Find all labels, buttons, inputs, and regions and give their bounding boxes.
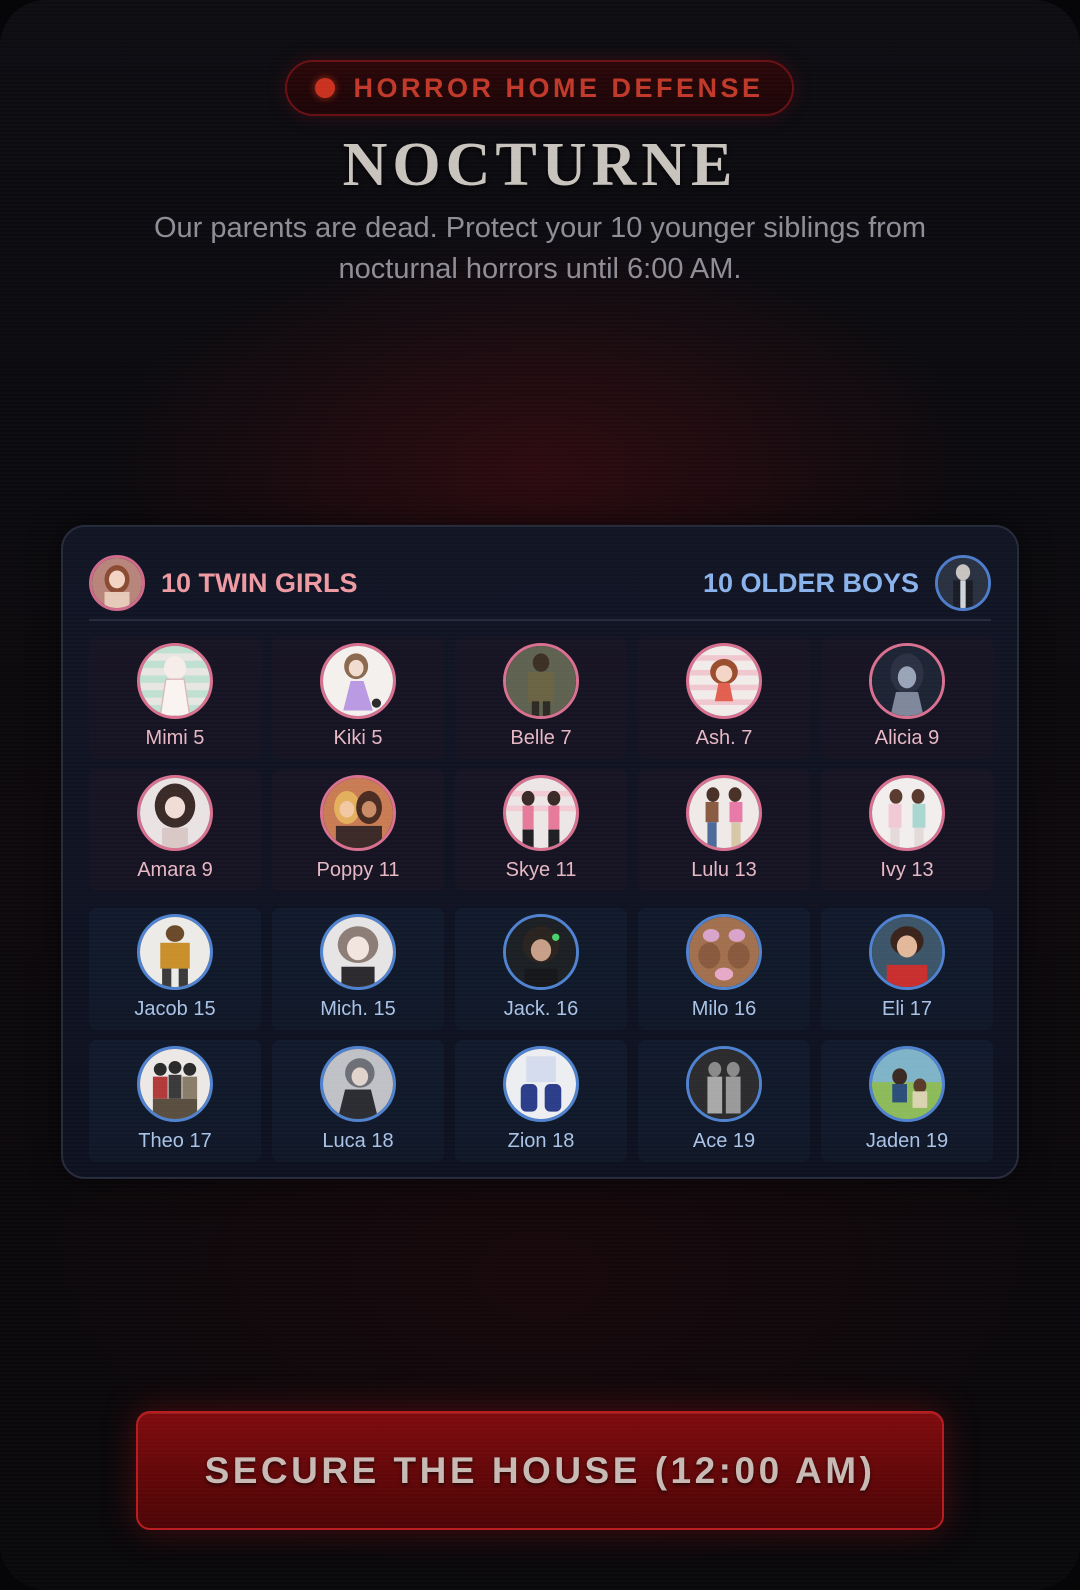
sibling-avatar	[869, 775, 945, 851]
sibling-avatar	[869, 1046, 945, 1122]
sibling-avatar	[869, 643, 945, 719]
sibling-card[interactable]: Eli 17	[821, 908, 993, 1030]
sibling-card[interactable]: Ash. 7	[638, 637, 810, 759]
sibling-card[interactable]: Poppy 11	[272, 769, 444, 891]
sibling-name: Milo 16	[691, 998, 757, 1020]
sibling-name: Jacob 15	[134, 998, 216, 1020]
sibling-card[interactable]: Jacob 15	[89, 908, 261, 1030]
sibling-name: Jaden 19	[865, 1130, 949, 1152]
sibling-card[interactable]: Theo 17	[89, 1040, 261, 1162]
sibling-card[interactable]: Mimi 5	[89, 637, 261, 759]
sibling-avatar	[320, 643, 396, 719]
sibling-card[interactable]: Alicia 9	[821, 637, 993, 759]
game-title: NOCTURNE	[342, 131, 738, 199]
sibling-card[interactable]: Milo 16	[638, 908, 810, 1030]
sibling-avatar	[686, 643, 762, 719]
girls-heading: 10 TWIN GIRLS	[161, 567, 358, 598]
sibling-name: Ivy 13	[880, 859, 934, 881]
sibling-name: Skye 11	[505, 859, 577, 881]
sibling-avatar	[686, 1046, 762, 1122]
sibling-name: Mimi 5	[145, 727, 205, 749]
status-dot-icon	[315, 78, 336, 98]
sibling-avatar	[137, 1046, 213, 1122]
sibling-card[interactable]: Kiki 5	[272, 637, 444, 759]
sibling-card[interactable]: Skye 11	[455, 769, 627, 891]
sibling-roster-panel: 10 TWIN GIRLS 10 OLDER BOYS Mimi 5 Kiki …	[61, 525, 1019, 1179]
sibling-card[interactable]: Mich. 15	[272, 908, 444, 1030]
sibling-avatar	[137, 775, 213, 851]
sibling-avatar	[320, 775, 396, 851]
genre-badge-label: HORROR HOME DEFENSE	[353, 72, 764, 103]
sibling-grid: Mimi 5 Kiki 5 Belle 7 Ash. 7 Alicia 9 Am…	[89, 637, 995, 1162]
girls-header: 10 TWIN GIRLS	[89, 555, 358, 611]
sibling-card[interactable]: Jack. 16	[455, 908, 627, 1030]
sibling-name: Luca 18	[322, 1130, 394, 1152]
sibling-name: Amara 9	[137, 859, 213, 881]
sibling-card[interactable]: Zion 18	[455, 1040, 627, 1162]
sibling-avatar	[686, 775, 762, 851]
sibling-name: Alicia 9	[874, 727, 940, 749]
app-screen: HORROR HOME DEFENSE NOCTURNE Our parents…	[0, 0, 1080, 1590]
sibling-card[interactable]: Luca 18	[272, 1040, 444, 1162]
sibling-card[interactable]: Amara 9	[89, 769, 261, 891]
sibling-card[interactable]: Ace 19	[638, 1040, 810, 1162]
sibling-avatar	[320, 1046, 396, 1122]
secure-house-button[interactable]: SECURE THE HOUSE (12:00 AM)	[136, 1411, 944, 1530]
sibling-card[interactable]: Ivy 13	[821, 769, 993, 891]
sibling-card[interactable]: Jaden 19	[821, 1040, 993, 1162]
game-subtitle: Our parents are dead. Protect your 10 yo…	[153, 212, 927, 285]
sibling-avatar	[503, 1046, 579, 1122]
sibling-name: Jack. 16	[503, 998, 579, 1020]
secure-house-button-label: SECURE THE HOUSE (12:00 AM)	[204, 1449, 876, 1491]
sibling-avatar	[503, 775, 579, 851]
sibling-avatar	[686, 914, 762, 990]
girls-group-avatar	[89, 555, 145, 611]
sibling-name: Ash. 7	[695, 727, 753, 749]
genre-badge: HORROR HOME DEFENSE	[285, 60, 794, 116]
sibling-name: Mich. 15	[320, 998, 396, 1020]
sibling-avatar	[503, 643, 579, 719]
sibling-avatar	[137, 643, 213, 719]
boys-group-avatar	[935, 555, 991, 611]
sibling-name: Kiki 5	[333, 727, 383, 749]
sibling-name: Lulu 13	[691, 859, 757, 881]
boys-header: 10 OLDER BOYS	[703, 555, 991, 611]
sibling-name: Belle 7	[510, 727, 572, 749]
sibling-name: Theo 17	[138, 1130, 212, 1152]
roster-header: 10 TWIN GIRLS 10 OLDER BOYS	[89, 553, 991, 621]
boys-heading: 10 OLDER BOYS	[702, 567, 919, 598]
sibling-name: Eli 17	[881, 998, 933, 1020]
sibling-avatar	[503, 914, 579, 990]
sibling-card[interactable]: Lulu 13	[638, 769, 810, 891]
sibling-avatar	[137, 914, 213, 990]
sibling-avatar	[320, 914, 396, 990]
sibling-avatar	[869, 914, 945, 990]
sibling-name: Poppy 11	[316, 859, 400, 881]
sibling-card[interactable]: Belle 7	[455, 637, 627, 759]
sibling-name: Zion 18	[507, 1130, 575, 1152]
sibling-name: Ace 19	[692, 1130, 756, 1152]
